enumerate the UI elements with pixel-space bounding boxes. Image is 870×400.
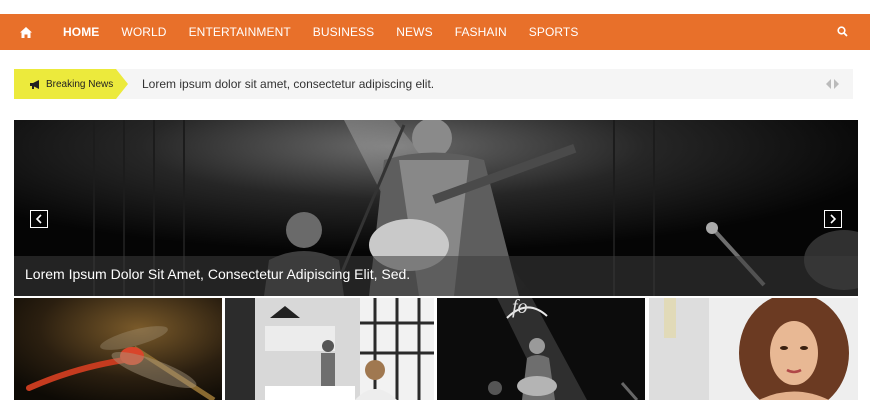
breaking-news-label: Breaking News	[14, 69, 128, 99]
nav-item-sports[interactable]: SPORTS	[518, 25, 590, 39]
nav-item-home[interactable]: HOME	[52, 25, 110, 39]
thumbnail-dragonfly[interactable]	[14, 298, 222, 400]
slider-next-button[interactable]	[824, 210, 842, 228]
hero-caption[interactable]: Lorem Ipsum Dolor Sit Amet, Consectetur …	[25, 266, 410, 282]
nav-item-world[interactable]: WORLD	[110, 25, 177, 39]
megaphone-icon	[30, 79, 41, 89]
search-icon[interactable]	[837, 24, 848, 42]
breaking-news-arrows	[826, 79, 839, 89]
svg-text:fo: fo	[512, 298, 528, 318]
meeting-image	[225, 298, 434, 400]
ticker-next-icon[interactable]	[834, 79, 839, 89]
top-navbar: HOME WORLD ENTERTAINMENT BUSINESS NEWS F…	[0, 14, 870, 50]
ticker-prev-icon[interactable]	[826, 79, 831, 89]
breaking-news-bar: Breaking News Lorem ipsum dolor sit amet…	[14, 69, 853, 99]
nav-item-fashain[interactable]: FASHAIN	[444, 25, 518, 39]
portrait-image	[649, 298, 858, 400]
thumbnail-concert[interactable]: fo	[437, 298, 645, 400]
breaking-news-text[interactable]: Lorem ipsum dolor sit amet, consectetur …	[142, 69, 434, 99]
dragonfly-image	[14, 298, 222, 400]
thumbnail-portrait[interactable]	[649, 298, 858, 400]
slider-prev-button[interactable]	[30, 210, 48, 228]
thumbnail-meeting[interactable]	[225, 298, 434, 400]
chevron-right-icon	[830, 214, 837, 224]
nav-item-news[interactable]: NEWS	[385, 25, 443, 39]
hero-slider[interactable]: Lorem Ipsum Dolor Sit Amet, Consectetur …	[14, 120, 858, 296]
home-icon[interactable]	[0, 26, 52, 38]
nav-item-entertainment[interactable]: ENTERTAINMENT	[178, 25, 302, 39]
concert-image: fo	[437, 298, 645, 400]
chevron-left-icon	[35, 214, 42, 224]
breaking-news-title: Breaking News	[46, 78, 114, 90]
nav-item-business[interactable]: BUSINESS	[302, 25, 386, 39]
